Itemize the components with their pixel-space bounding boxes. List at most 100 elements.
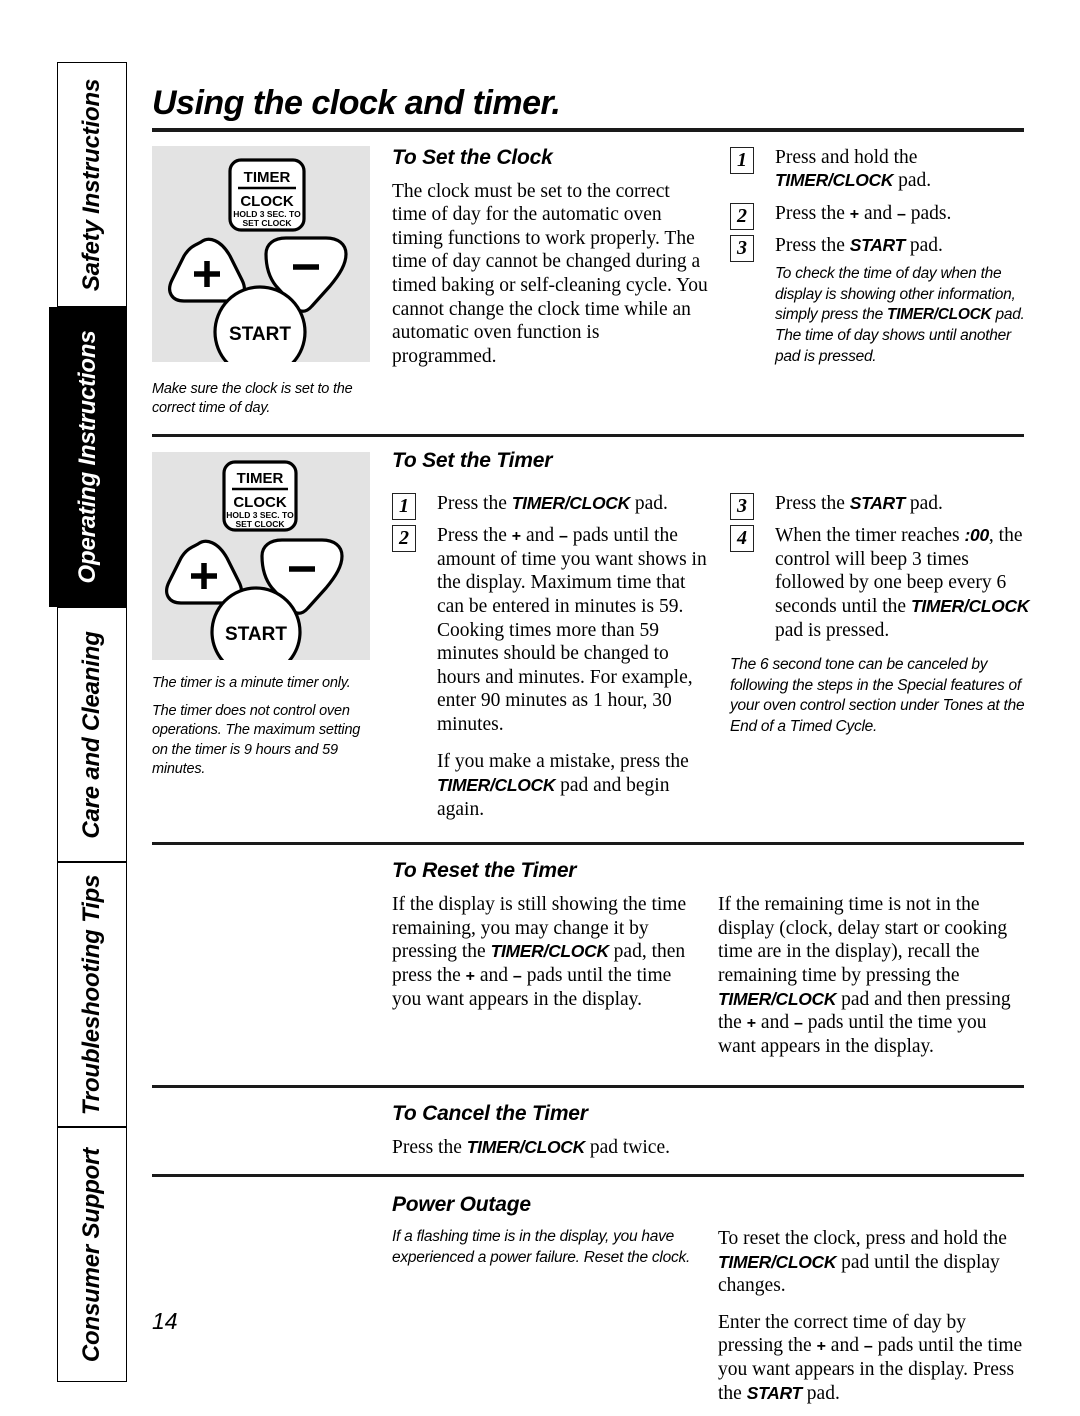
step-number: 3 <box>730 492 754 520</box>
step-item: 3 Press the START pad. <box>730 234 1040 263</box>
control-panel-svg: TIMER CLOCK HOLD 3 SEC. TO SET CLOCK STA… <box>168 158 348 362</box>
pad-name-start: START <box>849 235 906 256</box>
svg-text:START: START <box>229 324 291 345</box>
step-text-suffix: pad. <box>904 235 943 257</box>
heading-cancel-the-timer: To Cancel the Timer <box>392 1102 588 1126</box>
pad-name-timer-clock: TIMER/CLOCK <box>887 306 992 324</box>
section-power-outage: Power Outage If a flashing time is in th… <box>152 1177 1024 1416</box>
set-clock-body: The clock must be set to the correct tim… <box>392 180 708 367</box>
svg-text:CLOCK: CLOCK <box>240 193 293 210</box>
set-timer-graphic-column: TIMER CLOCK HOLD 3 SEC. TO SET CLOCK STA… <box>152 451 370 833</box>
pad-name-timer-clock: TIMER/CLOCK <box>437 775 556 796</box>
pad-name-timer-clock: TIMER/CLOCK <box>511 492 631 513</box>
reset-timer-right-text: If the remaining time is not in the disp… <box>718 893 1024 1058</box>
section-set-clock: TIMER CLOCK HOLD 3 SEC. TO SET CLOCK STA… <box>152 132 1025 428</box>
set-clock-graphic-column: TIMER CLOCK HOLD 3 SEC. TO SET CLOCK STA… <box>152 145 370 428</box>
step-item: 3 Press the START pad. <box>730 492 1040 520</box>
sidebar-tab-label: Safety Instructions <box>78 78 105 291</box>
minus-symbol: – <box>863 1338 873 1356</box>
set-timer-steps-right: 3 Press the START pad. 4 When the timer … <box>730 452 1040 833</box>
sidebar-tab-label: Consumer Support <box>78 1147 105 1362</box>
step-item: 1 Press the TIMER/CLOCK pad. <box>392 492 708 520</box>
step-number: 4 <box>730 525 754 553</box>
pad-name-start: START <box>849 492 906 513</box>
control-panel-graphic-clock: TIMER CLOCK HOLD 3 SEC. TO SET CLOCK STA… <box>152 145 370 362</box>
power-outage-right-column: To reset the clock, press and hold the T… <box>718 1227 1024 1416</box>
step-item: 1 Press and hold the TIMER/CLOCK pad. <box>730 146 1040 193</box>
sidebar-tab-care-and-cleaning[interactable]: Care and Cleaning <box>57 607 127 862</box>
pad-name-timer-clock: TIMER/CLOCK <box>490 941 610 962</box>
step-text-prefix: Press and hold the <box>775 146 918 168</box>
text-a: Press the <box>392 1137 467 1159</box>
step-text-b: and <box>859 202 897 224</box>
set-clock-body-column: To Set the Clock The clock must be set t… <box>392 146 708 428</box>
mistake-text-a: If you make a mistake, press the <box>437 751 689 773</box>
text-a: If the remaining time is not in the disp… <box>718 894 1008 987</box>
set-timer-caption-1: The timer is a minute timer only. <box>152 674 351 691</box>
minus-symbol: – <box>512 968 522 986</box>
sidebar-tab-label: Operating Instructions <box>74 330 101 584</box>
svg-text:TIMER: TIMER <box>237 470 284 487</box>
pad-name-timer-clock: TIMER/CLOCK <box>910 595 1030 616</box>
step-text-c: pads until the amount of time you want s… <box>437 525 707 735</box>
set-clock-steps-column: 1 Press and hold the TIMER/CLOCK pad. 2 … <box>730 146 1040 428</box>
minus-symbol: – <box>559 528 568 546</box>
control-panel-svg: TIMER CLOCK HOLD 3 SEC. TO SET CLOCK STA… <box>165 459 344 660</box>
svg-text:SET CLOCK: SET CLOCK <box>242 218 292 228</box>
step-text-a: Press the <box>775 492 850 514</box>
power-outage-p1: To reset the clock, press and hold the T… <box>718 1227 1024 1298</box>
text-c: and <box>475 965 513 987</box>
text-d: pad. <box>801 1382 840 1404</box>
set-timer-mistake-text: If you make a mistake, press the TIMER/C… <box>437 750 708 821</box>
power-outage-left-column: If a flashing time is in the display, yo… <box>392 1227 692 1416</box>
step-text-b: pad. <box>904 492 943 514</box>
control-panel-graphic-timer: TIMER CLOCK HOLD 3 SEC. TO SET CLOCK STA… <box>152 451 370 660</box>
step-text-a: Press the <box>775 202 850 224</box>
plus-symbol: + <box>746 1015 757 1033</box>
step-text-prefix: Press the <box>775 235 850 257</box>
step-text-a: Press the <box>437 525 512 547</box>
svg-text:TIMER: TIMER <box>244 169 291 186</box>
sidebar-tab-consumer-support[interactable]: Consumer Support <box>57 1127 127 1382</box>
step-text-b: and <box>521 525 559 547</box>
sidebar-tab-safety-instructions[interactable]: Safety Instructions <box>57 62 127 307</box>
reset-timer-left-column: If the display is still showing the time… <box>392 893 692 1069</box>
pad-name-timer-clock: TIMER/CLOCK <box>718 1251 837 1272</box>
step-number: 2 <box>730 202 754 230</box>
set-timer-note: The 6 second tone can be canceled by fol… <box>730 656 1025 735</box>
step-item: 4 When the timer reaches :00, the contro… <box>730 524 1040 642</box>
page-content: Using the clock and timer. TIMER CLOCK H… <box>152 62 1029 1416</box>
set-timer-steps-1-2: 1 Press the TIMER/CLOCK pad. 2 Press the… <box>392 492 708 737</box>
reset-timer-right-column: If the remaining time is not in the disp… <box>718 893 1024 1069</box>
section-set-timer: To Set the Timer TIMER CLOCK HOLD 3 SEC.… <box>152 437 1029 833</box>
text-b: pad twice. <box>584 1137 670 1159</box>
pad-name-timer-clock: TIMER/CLOCK <box>718 988 837 1009</box>
page-title: Using the clock and timer. <box>152 84 561 122</box>
sidebar-tab-label: Care and Cleaning <box>78 630 105 839</box>
plus-symbol: + <box>465 968 475 986</box>
pad-name-timer-clock: TIMER/CLOCK <box>775 170 894 191</box>
cancel-timer-text: Press the TIMER/CLOCK pad twice. <box>392 1136 1024 1160</box>
text-a: To reset the clock, press and hold the <box>718 1228 1007 1249</box>
plus-symbol: + <box>511 528 522 546</box>
pad-name-start: START <box>746 1382 803 1403</box>
section-reset-timer: To Reset the Timer If the display is sti… <box>152 845 1024 1069</box>
step-item: 2 Press the + and – pads until the amoun… <box>392 524 708 736</box>
set-clock-caption: Make sure the clock is set to the correc… <box>152 380 353 417</box>
sidebar-tab-operating-instructions[interactable]: Operating Instructions <box>49 307 127 607</box>
step-text-b: pad. <box>629 492 668 514</box>
svg-text:SET CLOCK: SET CLOCK <box>235 519 285 529</box>
plus-symbol: + <box>816 1338 826 1356</box>
heading-reset-the-timer: To Reset the Timer <box>392 859 577 883</box>
set-timer-steps-3-4: 3 Press the START pad. 4 When the timer … <box>730 492 1040 643</box>
sidebar-tab-label: Troubleshooting Tips <box>78 874 105 1115</box>
set-clock-note: To check the time of day when the displa… <box>775 264 1040 367</box>
sidebar-tab-troubleshooting-tips[interactable]: Troubleshooting Tips <box>57 862 127 1127</box>
step-text-a: When the timer reaches <box>775 525 965 547</box>
text-b: and <box>825 1335 864 1357</box>
step-text-suffix: pad. <box>893 170 932 192</box>
heading-set-the-clock: To Set the Clock <box>392 145 553 169</box>
timer-display-value: :00 <box>964 525 990 546</box>
power-outage-note: If a flashing time is in the display, yo… <box>392 1228 691 1266</box>
step-number: 1 <box>392 492 416 520</box>
